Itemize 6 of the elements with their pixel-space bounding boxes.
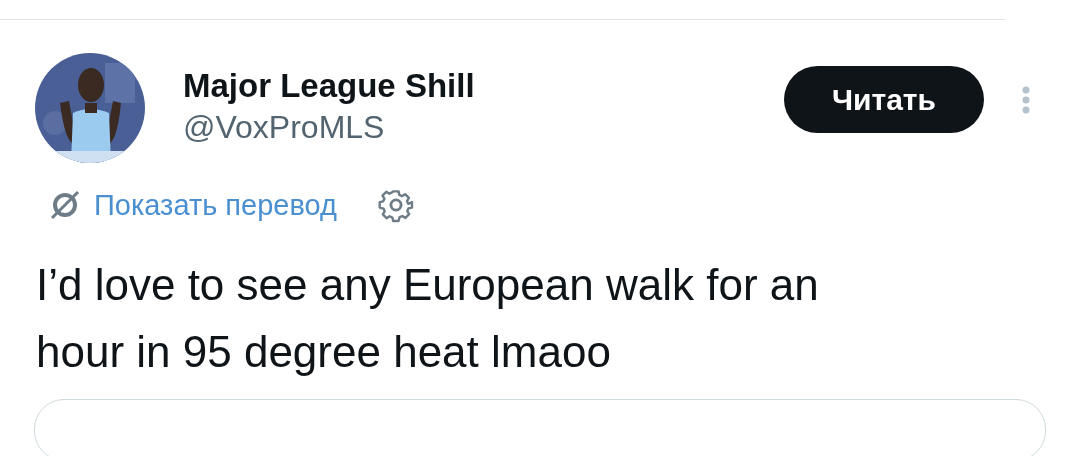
tweet-text: I’d love to see any European walk for an hour in 95 degree heat lmaoo	[35, 259, 820, 378]
follow-button[interactable]: Читать	[784, 66, 984, 133]
more-options-icon[interactable]	[1022, 86, 1030, 114]
translate-icon	[48, 188, 82, 222]
author-name: Major League Shill	[183, 67, 475, 105]
author-handle: @VoxProMLS	[183, 108, 386, 147]
